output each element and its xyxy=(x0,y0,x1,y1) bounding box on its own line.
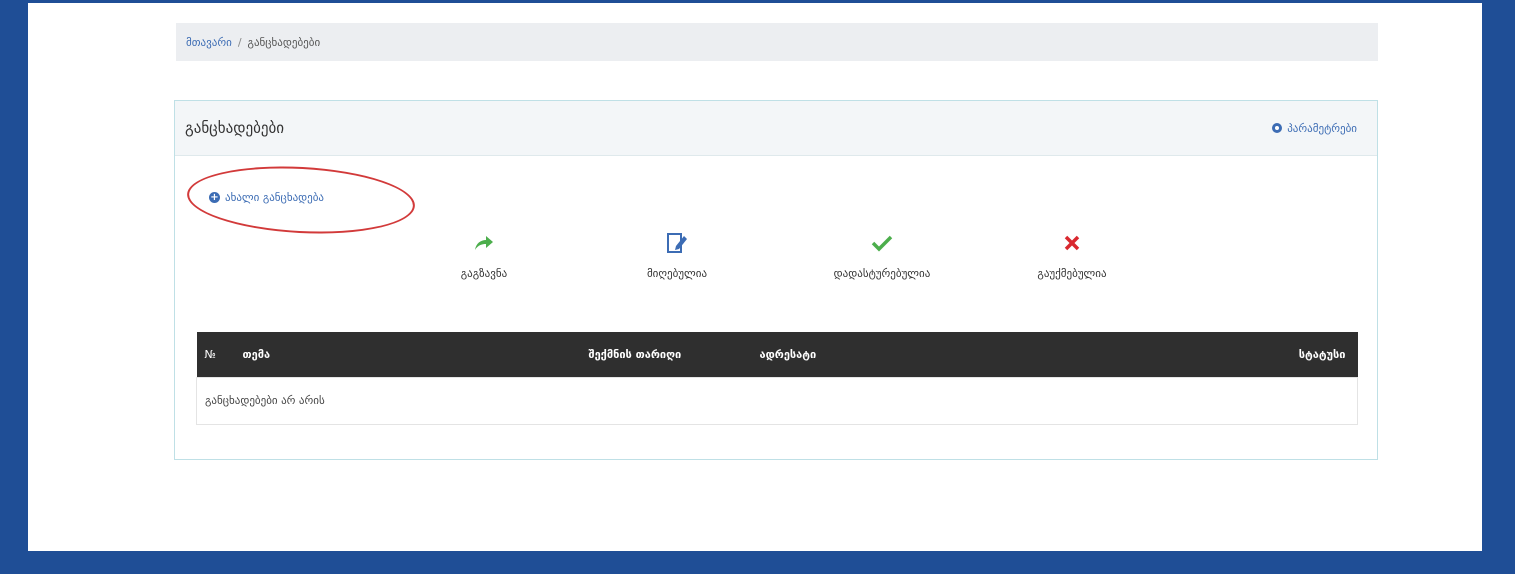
applications-panel: განცხადებები პარამეტრები + ახალი განცხად… xyxy=(174,100,1378,460)
table-row: განცხადებები არ არის xyxy=(196,376,1358,425)
check-icon xyxy=(817,229,947,257)
empty-message: განცხადებები არ არის xyxy=(196,376,1358,425)
gear-icon xyxy=(1272,123,1283,133)
status-sent-button[interactable]: გაგზავნა xyxy=(419,229,549,280)
share-arrow-icon xyxy=(419,229,549,257)
table-header-row: № თემა შექმნის თარიღი ადრესატი სტატუსი xyxy=(196,332,1358,377)
status-received-button[interactable]: მიღებულია xyxy=(612,229,742,280)
parameters-label: პარამეტრები xyxy=(1287,121,1357,135)
column-number[interactable]: № xyxy=(197,332,235,377)
status-confirmed-label: დადასტურებულია xyxy=(833,267,931,280)
column-status[interactable]: სტატუსი xyxy=(1067,332,1357,377)
column-recipient[interactable]: ადრესატი xyxy=(752,332,1068,377)
parameters-link[interactable]: პარამეტრები xyxy=(1272,122,1357,135)
breadcrumb-separator: / xyxy=(237,35,242,49)
new-application-label: ახალი განცხადება xyxy=(225,191,325,204)
column-date[interactable]: შექმნის თარიღი xyxy=(581,332,752,377)
panel-header: განცხადებები პარამეტრები xyxy=(175,101,1377,156)
plus-circle-icon: + xyxy=(209,192,220,203)
status-confirmed-button[interactable]: დადასტურებულია xyxy=(817,229,947,280)
edit-document-icon xyxy=(612,229,742,257)
close-icon xyxy=(1007,229,1137,257)
page-title: განცხადებები xyxy=(185,119,284,137)
column-subject[interactable]: თემა xyxy=(235,332,581,377)
applications-table: № თემა შექმნის თარიღი ადრესატი სტატუსი გ… xyxy=(196,332,1358,425)
status-cancelled-button[interactable]: გაუქმებულია xyxy=(1007,229,1137,280)
status-received-label: მიღებულია xyxy=(646,267,708,280)
browser-content: მთავარი / განცხადებები განცხადებები პარა… xyxy=(28,3,1482,551)
breadcrumb-home-link[interactable]: მთავარი xyxy=(186,36,232,49)
status-cancelled-label: გაუქმებულია xyxy=(1037,267,1107,280)
breadcrumb: მთავარი / განცხადებები xyxy=(176,23,1378,61)
status-sent-label: გაგზავნა xyxy=(460,267,508,280)
breadcrumb-current: განცხადებები xyxy=(247,35,321,49)
new-application-button[interactable]: + ახალი განცხადება xyxy=(209,191,324,204)
